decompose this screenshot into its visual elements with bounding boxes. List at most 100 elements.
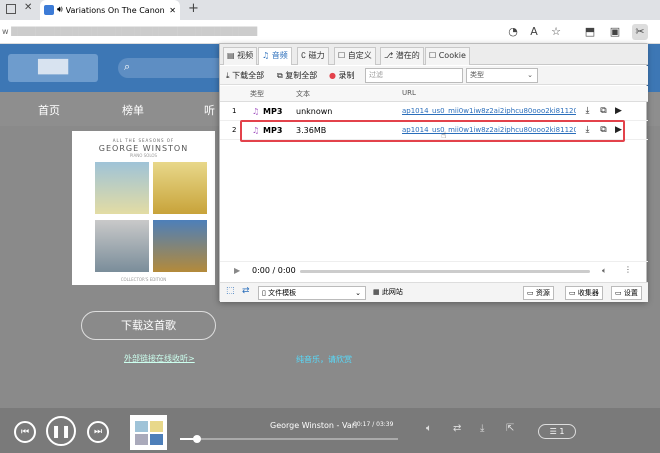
close-tab-icon[interactable]: ✕ <box>169 6 176 15</box>
url-blurred: ████████████████████████████████████████ <box>11 27 258 36</box>
external-listen-link[interactable]: 外部链接在线收听> <box>124 353 195 364</box>
cover-picture-spring <box>95 162 149 214</box>
download-song-button[interactable]: 下载这首歌 <box>81 311 216 340</box>
this-site-toggle[interactable]: ▦ 此网站 <box>370 286 406 300</box>
refresh-icon[interactable]: ⇄ <box>242 286 250 296</box>
playlist-button[interactable]: ☰ 1 <box>538 424 576 439</box>
progress-bar[interactable] <box>180 438 398 440</box>
resources-button[interactable]: ▭ 资源 <box>523 286 554 300</box>
tab-video[interactable]: ▤ 视频 <box>223 47 258 65</box>
now-playing-time: 00:17 / 03:39 <box>353 421 394 428</box>
media-progress[interactable] <box>300 270 590 273</box>
tab-actions-icon[interactable] <box>6 4 16 14</box>
table-row[interactable]: 1 ♫ MP3 unknown ap1014_us0_mii0w1iw8z2ai… <box>220 103 648 121</box>
sleep-tab-icon[interactable]: ◔ <box>505 24 521 40</box>
grid-icon: ▦ <box>373 288 382 296</box>
site-search[interactable]: ⌕ <box>118 58 228 78</box>
previous-icon[interactable]: ⏮ <box>14 421 36 443</box>
col-text: 文本 <box>296 90 310 98</box>
tab-custom[interactable]: ☐ 自定义 <box>334 47 376 65</box>
chevron-down-icon: ⌄ <box>527 71 533 79</box>
site-favicon-icon <box>44 5 54 15</box>
record-label: 录制 <box>338 71 355 80</box>
extension-icon[interactable]: ⬒ <box>582 24 598 40</box>
custom-icon: ☐ <box>338 51 348 60</box>
tab-potential[interactable]: ⎇ 潜在的 <box>380 47 424 65</box>
share-icon[interactable]: ⇱ <box>506 423 514 434</box>
more-icon[interactable]: ⋮ <box>624 265 632 274</box>
cover-picture-autumn <box>95 220 149 272</box>
extension-2-icon[interactable]: ▣ <box>607 24 623 40</box>
tab-audio-label: 音频 <box>271 51 288 60</box>
tab-audio[interactable]: ♫ 音频 <box>258 47 292 65</box>
filename-template-select[interactable]: ▯ 文件模板 ⌄ <box>258 286 366 300</box>
collector-button[interactable]: ▭ 收集器 <box>565 286 603 300</box>
cover-picture-summer <box>153 162 207 214</box>
tab-custom-label: 自定义 <box>347 51 372 60</box>
pause-icon[interactable]: ❚❚ <box>46 416 76 446</box>
repeat-icon[interactable]: ⇄ <box>453 423 461 434</box>
album-subtitle: ALL THE SEASONS OF <box>112 138 175 143</box>
select-element-icon[interactable]: ⬚ <box>226 286 235 296</box>
download-all-label: 下载全部 <box>232 71 265 80</box>
col-url: URL <box>402 89 416 97</box>
read-aloud-icon[interactable]: A <box>526 24 542 40</box>
this-site-label: 此网站 <box>381 288 403 296</box>
row-url[interactable]: ap1014_us0_mii0w1iw8z2ai2iphcu80ooo2ki81… <box>402 107 576 115</box>
volume-icon[interactable]: 🔈︎ <box>426 423 432 434</box>
table-header: 类型 文本 URL <box>220 86 648 102</box>
video-icon: ▤ <box>227 51 238 60</box>
playlist-icon: ☰ <box>549 427 560 436</box>
play-icon[interactable]: ▶ <box>613 106 624 117</box>
album-solos: PIANO SOLOS <box>129 153 158 158</box>
nav-listen[interactable]: 听 <box>204 102 215 118</box>
new-tab-button[interactable]: + <box>188 1 199 16</box>
tab-magnet[interactable]: ∁ 磁力 <box>297 47 329 65</box>
row-type: MP3 <box>263 107 283 116</box>
type-select[interactable]: 类型 ⌄ <box>466 68 538 83</box>
album-edition: COLLECTOR'S EDITION <box>120 277 167 282</box>
nav-home[interactable]: 首页 <box>38 102 60 118</box>
media-catch-popup: ▤ 视频 ♫ 音频 ∁ 磁力 ☐ 自定义 ⎇ 潜在的 ☐ Cookie ⤓ 下载… <box>219 43 648 302</box>
now-playing-title: George Winston - Vari <box>270 421 358 430</box>
volume-icon[interactable]: 🔈︎ <box>602 266 607 276</box>
play-icon[interactable]: ▶ <box>234 266 240 275</box>
filter-input[interactable]: 过滤 <box>365 68 463 83</box>
row-index: 2 <box>232 126 237 134</box>
settings-button[interactable]: ▭ 设置 <box>611 286 642 300</box>
download-icon[interactable]: ⤓ <box>480 423 484 434</box>
resources-icon: ▭ <box>527 289 536 297</box>
favorite-star-icon[interactable]: ☆ <box>548 24 564 40</box>
potential-icon: ⎇ <box>384 51 396 60</box>
download-icon[interactable]: ⤓ <box>582 106 593 117</box>
tab-potential-label: 潜在的 <box>395 51 420 60</box>
next-icon[interactable]: ⏭ <box>87 421 109 443</box>
record-button[interactable]: ● 录制 <box>329 70 355 81</box>
copy-all-button[interactable]: ⧉ 复制全部 <box>277 70 317 81</box>
nav-charts[interactable]: 榜单 <box>122 102 144 118</box>
close-icon[interactable]: ✕ <box>24 2 32 13</box>
copy-icon[interactable]: ⧉ <box>598 106 609 117</box>
url-text[interactable]: w ██████████████████████████████████████… <box>0 23 500 40</box>
music-note-icon: ♫ <box>262 51 272 60</box>
popup-footer: ⬚ ⇄ ▯ 文件模板 ⌄ ▦ 此网站 ▭ 资源 ▭ 收集器 ▭ 设置 <box>220 282 648 302</box>
cookie-icon: ☐ <box>429 51 439 60</box>
record-icon: ● <box>329 71 339 80</box>
row-text: unknown <box>296 107 333 116</box>
playlist-count: 1 <box>559 427 565 436</box>
address-bar[interactable]: w ██████████████████████████████████████… <box>0 20 660 44</box>
download-all-button[interactable]: ⤓ 下载全部 <box>226 70 264 81</box>
cat-catch-extension-icon[interactable]: ✂ <box>632 24 648 40</box>
highlight-box <box>240 120 625 142</box>
col-type: 类型 <box>250 90 264 98</box>
browser-tab-bar: ✕ 🔊︎ Variations On The Canon By ... ✕ + <box>0 0 660 20</box>
cursor-icon: ☝ <box>441 131 447 141</box>
tab-active[interactable]: 🔊︎ Variations On The Canon By ... ✕ <box>40 0 180 20</box>
tab-cookie[interactable]: ☐ Cookie <box>425 47 470 65</box>
speaker-icon[interactable]: 🔊︎ <box>57 5 63 15</box>
settings-icon: ▭ <box>615 289 624 297</box>
site-logo[interactable]: ███ <box>8 54 98 82</box>
chevron-down-icon: ⌄ <box>355 289 361 297</box>
player-album-thumb[interactable] <box>130 415 167 450</box>
promo-text: 纯音乐，请欣赏 <box>296 355 352 364</box>
